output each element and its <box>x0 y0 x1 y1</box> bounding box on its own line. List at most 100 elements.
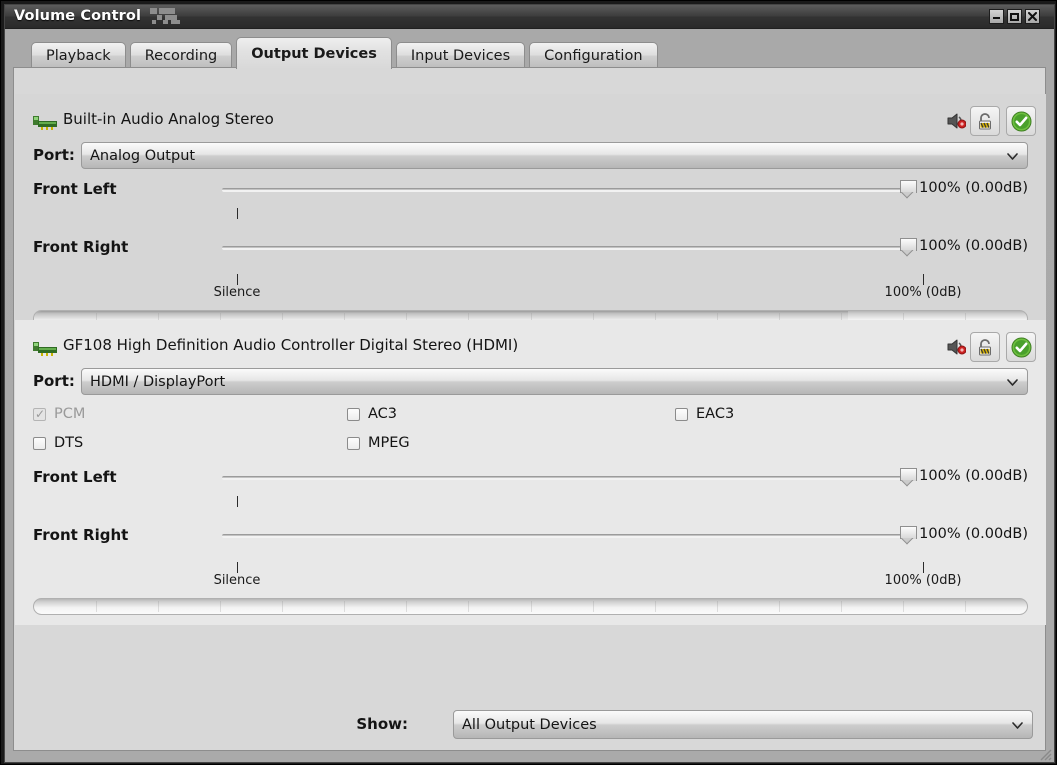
scale-tick <box>237 208 238 219</box>
title-decoration <box>152 20 156 24</box>
meter-segment <box>96 601 97 612</box>
meter-segment <box>903 601 904 612</box>
codec-label: PCM <box>54 406 85 422</box>
port-select[interactable]: Analog Output <box>81 142 1028 169</box>
minimize-button[interactable] <box>989 9 1004 24</box>
set-as-default-button[interactable] <box>1006 332 1036 362</box>
set-as-default-button[interactable] <box>1006 106 1036 136</box>
port-label: Port: <box>33 372 75 390</box>
codec-checkbox-mpeg[interactable]: MPEG <box>347 435 410 451</box>
volume-slider[interactable] <box>222 244 908 270</box>
tab-label: Playback <box>46 48 111 64</box>
tab-bar: Playback Recording Output Devices Input Dev… <box>13 37 1046 67</box>
channel-label: Front Left <box>33 180 117 198</box>
port-label: Port: <box>33 146 75 164</box>
channel-label: Front Right <box>33 526 128 544</box>
show-filter-row: Show: All Output Devices <box>15 710 1046 740</box>
device-title: Built-in Audio Analog Stereo <box>63 110 274 128</box>
scale-tick <box>237 496 238 507</box>
tab-output-devices[interactable]: Output Devices <box>236 37 392 69</box>
codec-checkbox-pcm: ✓ PCM <box>33 406 85 422</box>
meter-segment <box>593 601 594 612</box>
device-card: Built-in Audio Analog Stereo Port: Analog … <box>15 94 1046 337</box>
checkbox-box <box>33 437 46 450</box>
speaker-muted-icon[interactable] <box>946 112 966 130</box>
slider-handle[interactable] <box>900 180 917 201</box>
codec-label: EAC3 <box>696 406 734 422</box>
meter-segment <box>779 601 780 612</box>
resize-grip[interactable] <box>1036 745 1052 761</box>
tab-label: Recording <box>145 48 218 64</box>
checkbox-box <box>347 408 360 421</box>
meter-segment <box>468 601 469 612</box>
volume-slider[interactable] <box>222 532 908 558</box>
meter-segment <box>531 601 532 612</box>
output-devices-panel: Built-in Audio Analog Stereo Port: Analog … <box>13 67 1046 751</box>
channel-slider-row: Front Right 100% (0.00dB) <box>25 230 1036 274</box>
scale-tick <box>923 562 924 573</box>
channel-volume-value: 100% (0.00dB) <box>919 238 1028 254</box>
title-decoration <box>157 15 162 20</box>
scale-marks: Silence 100% (0dB) <box>25 562 1036 592</box>
show-label: Show: <box>356 715 408 733</box>
slider-track <box>222 534 908 538</box>
codec-label: AC3 <box>368 406 397 422</box>
chevron-down-icon <box>1007 374 1018 390</box>
speaker-muted-icon[interactable] <box>946 338 966 356</box>
codec-checkbox-eac3[interactable]: EAC3 <box>675 406 734 422</box>
device-header: GF108 High Definition Audio Controller D… <box>25 332 1036 366</box>
scale-mark-label: 100% (0dB) <box>885 573 962 588</box>
show-filter-select[interactable]: All Output Devices <box>453 710 1033 739</box>
slider-handle[interactable] <box>900 238 917 259</box>
slider-track <box>222 246 908 250</box>
audio-card-icon <box>33 115 57 129</box>
scale-tick <box>237 562 238 573</box>
meter-segment <box>406 601 407 612</box>
port-row: Port: Analog Output <box>25 142 1036 172</box>
meter-segment <box>220 601 221 612</box>
codec-checkbox-dts[interactable]: DTS <box>33 435 83 451</box>
meter-segment <box>717 601 718 612</box>
port-select[interactable]: HDMI / DisplayPort <box>81 368 1028 395</box>
lock-channels-button[interactable] <box>970 106 1000 136</box>
close-button[interactable] <box>1025 9 1040 24</box>
peak-level-meter <box>33 598 1028 615</box>
audio-card-icon <box>33 341 57 355</box>
channel-slider-row: Front Left100% (0.00dB) <box>25 172 1036 216</box>
chevron-down-icon <box>1012 717 1023 733</box>
maximize-button[interactable] <box>1007 9 1022 24</box>
meter-segment <box>655 601 656 612</box>
slider-handle[interactable] <box>900 526 917 547</box>
scale-mark-label: Silence <box>214 573 261 588</box>
tab-label: Configuration <box>544 48 642 64</box>
checkbox-box: ✓ <box>33 408 46 421</box>
meter-segment <box>158 601 159 612</box>
codec-label: MPEG <box>368 435 410 451</box>
chevron-down-icon <box>1007 148 1018 164</box>
tab-input-devices[interactable]: Input Devices <box>396 42 525 68</box>
codec-checkbox-ac3[interactable]: AC3 <box>347 406 397 422</box>
slider-handle[interactable] <box>900 468 917 489</box>
tab-playback[interactable]: Playback <box>31 42 126 68</box>
tab-recording[interactable]: Recording <box>130 42 233 68</box>
port-value: HDMI / DisplayPort <box>90 374 225 390</box>
checkbox-box <box>675 408 688 421</box>
tab-label: Output Devices <box>251 46 377 62</box>
scale-tick-row <box>25 216 1036 230</box>
channel-label: Front Right <box>33 238 128 256</box>
tab-configuration[interactable]: Configuration <box>529 42 657 68</box>
channel-volume-value: 100% (0.00dB) <box>919 468 1028 484</box>
meter-segment <box>965 601 966 612</box>
lock-channels-button[interactable] <box>970 332 1000 362</box>
scale-tick <box>237 274 238 285</box>
tab-label: Input Devices <box>411 48 510 64</box>
slider-track <box>222 476 908 480</box>
title-bar: Volume Control <box>5 5 1054 29</box>
scale-mark-label: Silence <box>214 285 261 300</box>
volume-slider[interactable] <box>222 186 908 212</box>
volume-slider[interactable] <box>222 474 908 500</box>
check-icon: ✓ <box>35 408 45 421</box>
checkbox-box <box>347 437 360 450</box>
scale-tick <box>923 274 924 285</box>
show-filter-value: All Output Devices <box>462 717 597 733</box>
